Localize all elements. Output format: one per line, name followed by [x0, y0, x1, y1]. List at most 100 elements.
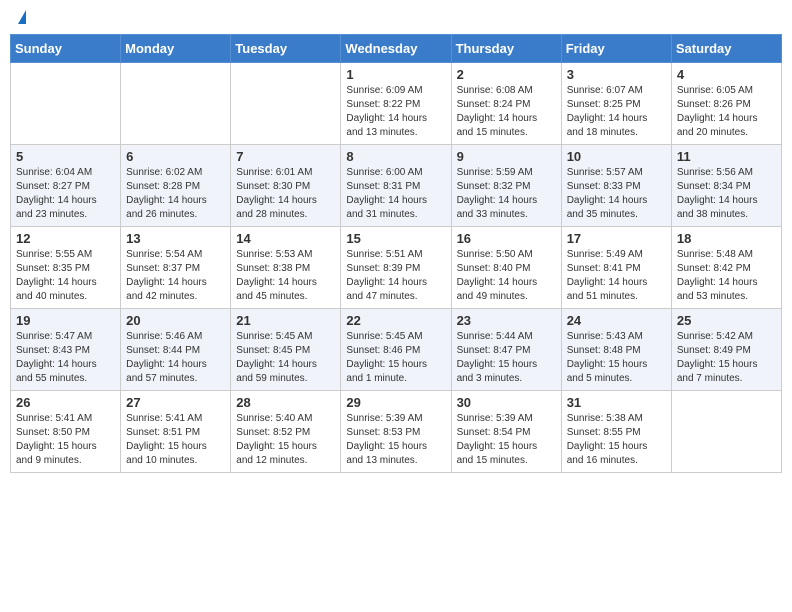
calendar-cell: 2 Sunrise: 6:08 AM Sunset: 8:24 PM Daylig…	[451, 63, 561, 145]
calendar-cell: 11Sunrise: 5:56 AM Sunset: 8:34 PM Dayli…	[671, 145, 781, 227]
day-number: 21	[236, 313, 335, 328]
calendar-row: 1 Sunrise: 6:09 AM Sunset: 8:22 PM Daylig…	[11, 63, 782, 145]
logo	[16, 12, 26, 26]
day-info: Sunrise: 5:39 AM Sunset: 8:54 PM Dayligh…	[457, 412, 556, 468]
calendar-cell: 30 Sunrise: 5:39 AM Sunset: 8:54 PM Dayli…	[451, 391, 561, 473]
calendar-cell: 22 Sunrise: 5:45 AM Sunset: 8:46 PM Dayli…	[341, 309, 451, 391]
day-number: 24	[567, 313, 666, 328]
day-number: 3	[567, 67, 666, 82]
day-info: Sunrise: 5:50 AM Sunset: 8:40 PM Dayligh…	[457, 248, 556, 304]
calendar-cell: 12 Sunrise: 5:55 AM Sunset: 8:35 PM Dayli…	[11, 227, 121, 309]
calendar-cell: 25 Sunrise: 5:42 AM Sunset: 8:49 PM Dayli…	[671, 309, 781, 391]
day-number: 9	[457, 149, 556, 164]
calendar-cell	[231, 63, 341, 145]
calendar-cell: 3 Sunrise: 6:07 AM Sunset: 8:25 PM Daylig…	[561, 63, 671, 145]
day-info: Sunrise: 5:53 AM Sunset: 8:38 PM Dayligh…	[236, 248, 335, 304]
calendar-row: 26 Sunrise: 5:41 AM Sunset: 8:50 PM Dayli…	[11, 391, 782, 473]
calendar-cell: 13 Sunrise: 5:54 AM Sunset: 8:37 PM Dayli…	[121, 227, 231, 309]
day-number: 16	[457, 231, 556, 246]
day-number: 22	[346, 313, 445, 328]
day-info: Sunrise: 5:45 AM Sunset: 8:46 PM Dayligh…	[346, 330, 445, 386]
calendar-cell: 28Sunrise: 5:40 AM Sunset: 8:52 PM Dayli…	[231, 391, 341, 473]
day-number: 29	[346, 395, 445, 410]
calendar-cell: 8Sunrise: 6:00 AM Sunset: 8:31 PM Daylig…	[341, 145, 451, 227]
day-info: Sunrise: 6:09 AM Sunset: 8:22 PM Dayligh…	[346, 84, 445, 140]
calendar-cell	[121, 63, 231, 145]
day-info: Sunrise: 6:07 AM Sunset: 8:25 PM Dayligh…	[567, 84, 666, 140]
calendar-cell: 23 Sunrise: 5:44 AM Sunset: 8:47 PM Dayli…	[451, 309, 561, 391]
logo-triangle-icon	[18, 10, 26, 24]
day-info: Sunrise: 5:49 AM Sunset: 8:41 PM Dayligh…	[567, 248, 666, 304]
calendar-cell: 7 Sunrise: 6:01 AM Sunset: 8:30 PM Daylig…	[231, 145, 341, 227]
calendar-header: SundayMondayTuesdayWednesdayThursdayFrid…	[11, 35, 782, 63]
day-info: Sunrise: 5:55 AM Sunset: 8:35 PM Dayligh…	[16, 248, 115, 304]
day-number: 8	[346, 149, 445, 164]
day-number: 10	[567, 149, 666, 164]
day-info: Sunrise: 5:48 AM Sunset: 8:42 PM Dayligh…	[677, 248, 776, 304]
day-number: 2	[457, 67, 556, 82]
calendar-cell: 10 Sunrise: 5:57 AM Sunset: 8:33 PM Dayli…	[561, 145, 671, 227]
calendar-cell: 24Sunrise: 5:43 AM Sunset: 8:48 PM Dayli…	[561, 309, 671, 391]
page-header	[0, 0, 792, 30]
day-number: 1	[346, 67, 445, 82]
day-number: 30	[457, 395, 556, 410]
calendar-cell: 26 Sunrise: 5:41 AM Sunset: 8:50 PM Dayli…	[11, 391, 121, 473]
calendar-cell: 18 Sunrise: 5:48 AM Sunset: 8:42 PM Dayli…	[671, 227, 781, 309]
column-header-wednesday: Wednesday	[341, 35, 451, 63]
day-info: Sunrise: 5:44 AM Sunset: 8:47 PM Dayligh…	[457, 330, 556, 386]
column-header-tuesday: Tuesday	[231, 35, 341, 63]
day-info: Sunrise: 6:08 AM Sunset: 8:24 PM Dayligh…	[457, 84, 556, 140]
day-number: 25	[677, 313, 776, 328]
day-number: 11	[677, 149, 776, 164]
calendar-body: 1 Sunrise: 6:09 AM Sunset: 8:22 PM Daylig…	[11, 63, 782, 473]
day-info: Sunrise: 5:46 AM Sunset: 8:44 PM Dayligh…	[126, 330, 225, 386]
day-info: Sunrise: 6:02 AM Sunset: 8:28 PM Dayligh…	[126, 166, 225, 222]
calendar-cell: 1 Sunrise: 6:09 AM Sunset: 8:22 PM Daylig…	[341, 63, 451, 145]
day-number: 18	[677, 231, 776, 246]
calendar-row: 5 Sunrise: 6:04 AM Sunset: 8:27 PM Daylig…	[11, 145, 782, 227]
column-header-thursday: Thursday	[451, 35, 561, 63]
day-number: 28	[236, 395, 335, 410]
calendar-row: 19Sunrise: 5:47 AM Sunset: 8:43 PM Dayli…	[11, 309, 782, 391]
calendar-cell: 6Sunrise: 6:02 AM Sunset: 8:28 PM Daylig…	[121, 145, 231, 227]
calendar-cell: 27Sunrise: 5:41 AM Sunset: 8:51 PM Dayli…	[121, 391, 231, 473]
day-number: 12	[16, 231, 115, 246]
calendar-container: SundayMondayTuesdayWednesdayThursdayFrid…	[0, 30, 792, 483]
column-header-sunday: Sunday	[11, 35, 121, 63]
day-info: Sunrise: 5:41 AM Sunset: 8:50 PM Dayligh…	[16, 412, 115, 468]
day-number: 7	[236, 149, 335, 164]
calendar-cell: 19Sunrise: 5:47 AM Sunset: 8:43 PM Dayli…	[11, 309, 121, 391]
calendar-cell: 29 Sunrise: 5:39 AM Sunset: 8:53 PM Dayli…	[341, 391, 451, 473]
day-info: Sunrise: 5:51 AM Sunset: 8:39 PM Dayligh…	[346, 248, 445, 304]
calendar-row: 12 Sunrise: 5:55 AM Sunset: 8:35 PM Dayli…	[11, 227, 782, 309]
calendar-cell: 15 Sunrise: 5:51 AM Sunset: 8:39 PM Dayli…	[341, 227, 451, 309]
day-info: Sunrise: 6:01 AM Sunset: 8:30 PM Dayligh…	[236, 166, 335, 222]
day-number: 23	[457, 313, 556, 328]
day-info: Sunrise: 6:04 AM Sunset: 8:27 PM Dayligh…	[16, 166, 115, 222]
calendar-cell: 31 Sunrise: 5:38 AM Sunset: 8:55 PM Dayli…	[561, 391, 671, 473]
day-number: 17	[567, 231, 666, 246]
calendar-cell: 5 Sunrise: 6:04 AM Sunset: 8:27 PM Daylig…	[11, 145, 121, 227]
day-info: Sunrise: 5:41 AM Sunset: 8:51 PM Dayligh…	[126, 412, 225, 468]
day-info: Sunrise: 6:05 AM Sunset: 8:26 PM Dayligh…	[677, 84, 776, 140]
column-header-monday: Monday	[121, 35, 231, 63]
calendar-cell: 17 Sunrise: 5:49 AM Sunset: 8:41 PM Dayli…	[561, 227, 671, 309]
column-header-saturday: Saturday	[671, 35, 781, 63]
calendar-cell: 16 Sunrise: 5:50 AM Sunset: 8:40 PM Dayli…	[451, 227, 561, 309]
day-number: 15	[346, 231, 445, 246]
day-number: 26	[16, 395, 115, 410]
calendar-cell: 9 Sunrise: 5:59 AM Sunset: 8:32 PM Daylig…	[451, 145, 561, 227]
day-number: 5	[16, 149, 115, 164]
day-info: Sunrise: 5:47 AM Sunset: 8:43 PM Dayligh…	[16, 330, 115, 386]
day-info: Sunrise: 5:57 AM Sunset: 8:33 PM Dayligh…	[567, 166, 666, 222]
day-info: Sunrise: 5:59 AM Sunset: 8:32 PM Dayligh…	[457, 166, 556, 222]
calendar-cell: 20Sunrise: 5:46 AM Sunset: 8:44 PM Dayli…	[121, 309, 231, 391]
day-number: 4	[677, 67, 776, 82]
calendar-cell	[671, 391, 781, 473]
day-number: 13	[126, 231, 225, 246]
day-info: Sunrise: 5:38 AM Sunset: 8:55 PM Dayligh…	[567, 412, 666, 468]
day-info: Sunrise: 5:39 AM Sunset: 8:53 PM Dayligh…	[346, 412, 445, 468]
day-number: 31	[567, 395, 666, 410]
day-info: Sunrise: 5:54 AM Sunset: 8:37 PM Dayligh…	[126, 248, 225, 304]
day-info: Sunrise: 5:42 AM Sunset: 8:49 PM Dayligh…	[677, 330, 776, 386]
